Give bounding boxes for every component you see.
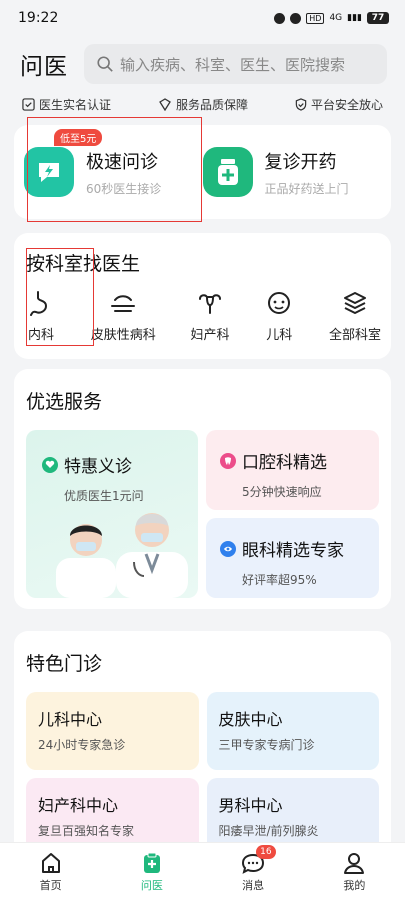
department-list: 内科 皮肤性病科 妇产科 儿科 全部科室	[26, 290, 381, 343]
lightning-chat-icon	[24, 147, 74, 197]
quick-subtitle: 正品好药送上门	[264, 181, 349, 196]
heart-icon	[42, 456, 58, 473]
quick-title: 复诊开药	[264, 151, 337, 173]
status-icons: HD 4G ▮▮▮ 77	[274, 12, 389, 24]
service-subtitle: 好评率超95%	[242, 573, 317, 587]
price-tag: 低至5元	[54, 129, 103, 146]
baby-face-icon	[264, 290, 294, 316]
clinic-subtitle: 三甲专家专病门诊	[218, 738, 315, 752]
stomach-icon	[26, 290, 56, 316]
clinic-title: 儿科中心	[38, 710, 103, 729]
tab-label: 首页	[39, 878, 62, 892]
clinic-subtitle: 复旦百强知名专家	[38, 824, 135, 838]
id-card-icon	[22, 98, 35, 111]
tab-label: 消息	[242, 878, 265, 892]
tab-label: 我的	[343, 878, 366, 892]
eye-icon	[220, 540, 236, 557]
medicine-bottle-icon	[202, 147, 253, 197]
unread-badge: 16	[256, 844, 276, 859]
dept-pediatrics[interactable]: 儿科	[264, 290, 294, 343]
search-input[interactable]: 输入疾病、科室、医生、医院搜索	[84, 44, 387, 84]
service-ophthalmology[interactable]: 眼科精选专家 好评率超95%	[206, 518, 379, 598]
section-title: 优选服务	[26, 391, 103, 413]
bottom-tab-bar: 首页 问医 16 消息 我的	[0, 842, 405, 900]
service-free-clinic[interactable]: 特惠义诊 优质医生1元问	[26, 430, 198, 598]
medical-clipboard-icon	[143, 852, 160, 873]
search-icon	[97, 56, 113, 72]
clinic-dermatology[interactable]: 皮肤中心 三甲专家专病门诊	[206, 692, 379, 770]
uterus-icon	[195, 290, 225, 316]
hd-icon: HD	[306, 12, 325, 24]
dept-label: 内科	[27, 328, 54, 343]
dept-dermatology[interactable]: 皮肤性病科	[91, 290, 156, 343]
dept-obstetrics[interactable]: 妇产科	[190, 290, 230, 343]
dept-label: 全部科室	[328, 328, 381, 343]
skin-icon	[108, 290, 138, 316]
badge-security: 平台安全放心	[295, 96, 383, 113]
badge-real-name: 医生实名认证	[22, 96, 111, 113]
quick-refill-button[interactable]: 复诊开药 正品好药送上门	[202, 147, 382, 197]
tab-label: 问医	[140, 878, 163, 892]
page-title: 问医	[20, 54, 68, 80]
network-label: 4G	[329, 13, 343, 23]
badge-label: 医生实名认证	[39, 98, 112, 112]
home-icon	[41, 852, 60, 873]
quick-title: 极速问诊	[86, 151, 158, 173]
tab-home[interactable]: 首页	[21, 851, 81, 893]
clinic-title: 妇产科中心	[38, 796, 119, 815]
clinic-title: 皮肤中心	[218, 710, 283, 729]
header: 问医 输入疾病、科室、医生、医院搜索	[0, 36, 405, 86]
mute-icon	[290, 12, 302, 24]
quick-consult-button[interactable]: 低至5元 极速问诊 60秒医生接诊	[24, 129, 203, 197]
trust-badges: 医生实名认证 服务品质保障 平台安全放心	[0, 96, 405, 113]
section-title: 按科室找医生	[26, 253, 141, 275]
section-title: 特色门诊	[26, 653, 103, 675]
service-title: 口腔科精选	[242, 453, 327, 473]
tab-consult[interactable]: 问医	[122, 851, 182, 893]
signal-icon: ▮▮▮	[347, 13, 362, 23]
service-title: 眼科精选专家	[242, 541, 344, 561]
doctors-illustration	[56, 513, 188, 598]
clinic-subtitle: 24小时专家急诊	[38, 738, 126, 752]
quick-subtitle: 60秒医生接诊	[86, 181, 162, 196]
badge-label: 平台安全放心	[310, 98, 383, 112]
tab-messages[interactable]: 16 消息	[223, 844, 283, 893]
clinic-subtitle: 阳痿早泄/前列腺炎	[218, 824, 319, 838]
tab-profile[interactable]: 我的	[324, 851, 384, 893]
dept-internal-medicine[interactable]: 内科	[26, 290, 56, 343]
status-time: 19:22	[18, 10, 59, 26]
badge-quality: 服务品质保障	[158, 96, 248, 113]
alarm-icon	[274, 12, 286, 24]
diamond-check-icon	[159, 98, 171, 111]
service-title: 特惠义诊	[64, 457, 132, 477]
service-subtitle: 5分钟快速响应	[242, 485, 322, 499]
dept-label: 皮肤性病科	[90, 328, 156, 343]
quick-actions-card: 低至5元 极速问诊 60秒医生接诊 复诊开药 正品好药送上门	[14, 125, 391, 219]
dept-all[interactable]: 全部科室	[329, 290, 381, 343]
service-dental[interactable]: 口腔科精选 5分钟快速响应	[206, 430, 379, 510]
layers-icon	[340, 290, 370, 316]
search-placeholder: 输入疾病、科室、医生、医院搜索	[120, 55, 346, 74]
battery-icon: 77	[367, 12, 389, 24]
badge-label: 服务品质保障	[175, 98, 248, 112]
status-bar: 19:22 HD 4G ▮▮▮ 77	[0, 0, 405, 36]
clinic-pediatrics[interactable]: 儿科中心 24小时专家急诊	[26, 692, 199, 770]
tooth-icon	[220, 452, 236, 469]
user-icon	[344, 852, 365, 874]
services-card: 优选服务 特惠义诊 优质医生1元问 口腔科精选 5分钟快速响应 眼科精选专家 好…	[14, 369, 391, 609]
departments-card: 按科室找医生 内科 皮肤性病科 妇产科 儿科 全部科室	[14, 233, 391, 359]
dept-label: 儿科	[266, 328, 293, 343]
dept-label: 妇产科	[190, 328, 230, 343]
shield-icon	[295, 98, 307, 111]
clinic-title: 男科中心	[218, 796, 283, 815]
